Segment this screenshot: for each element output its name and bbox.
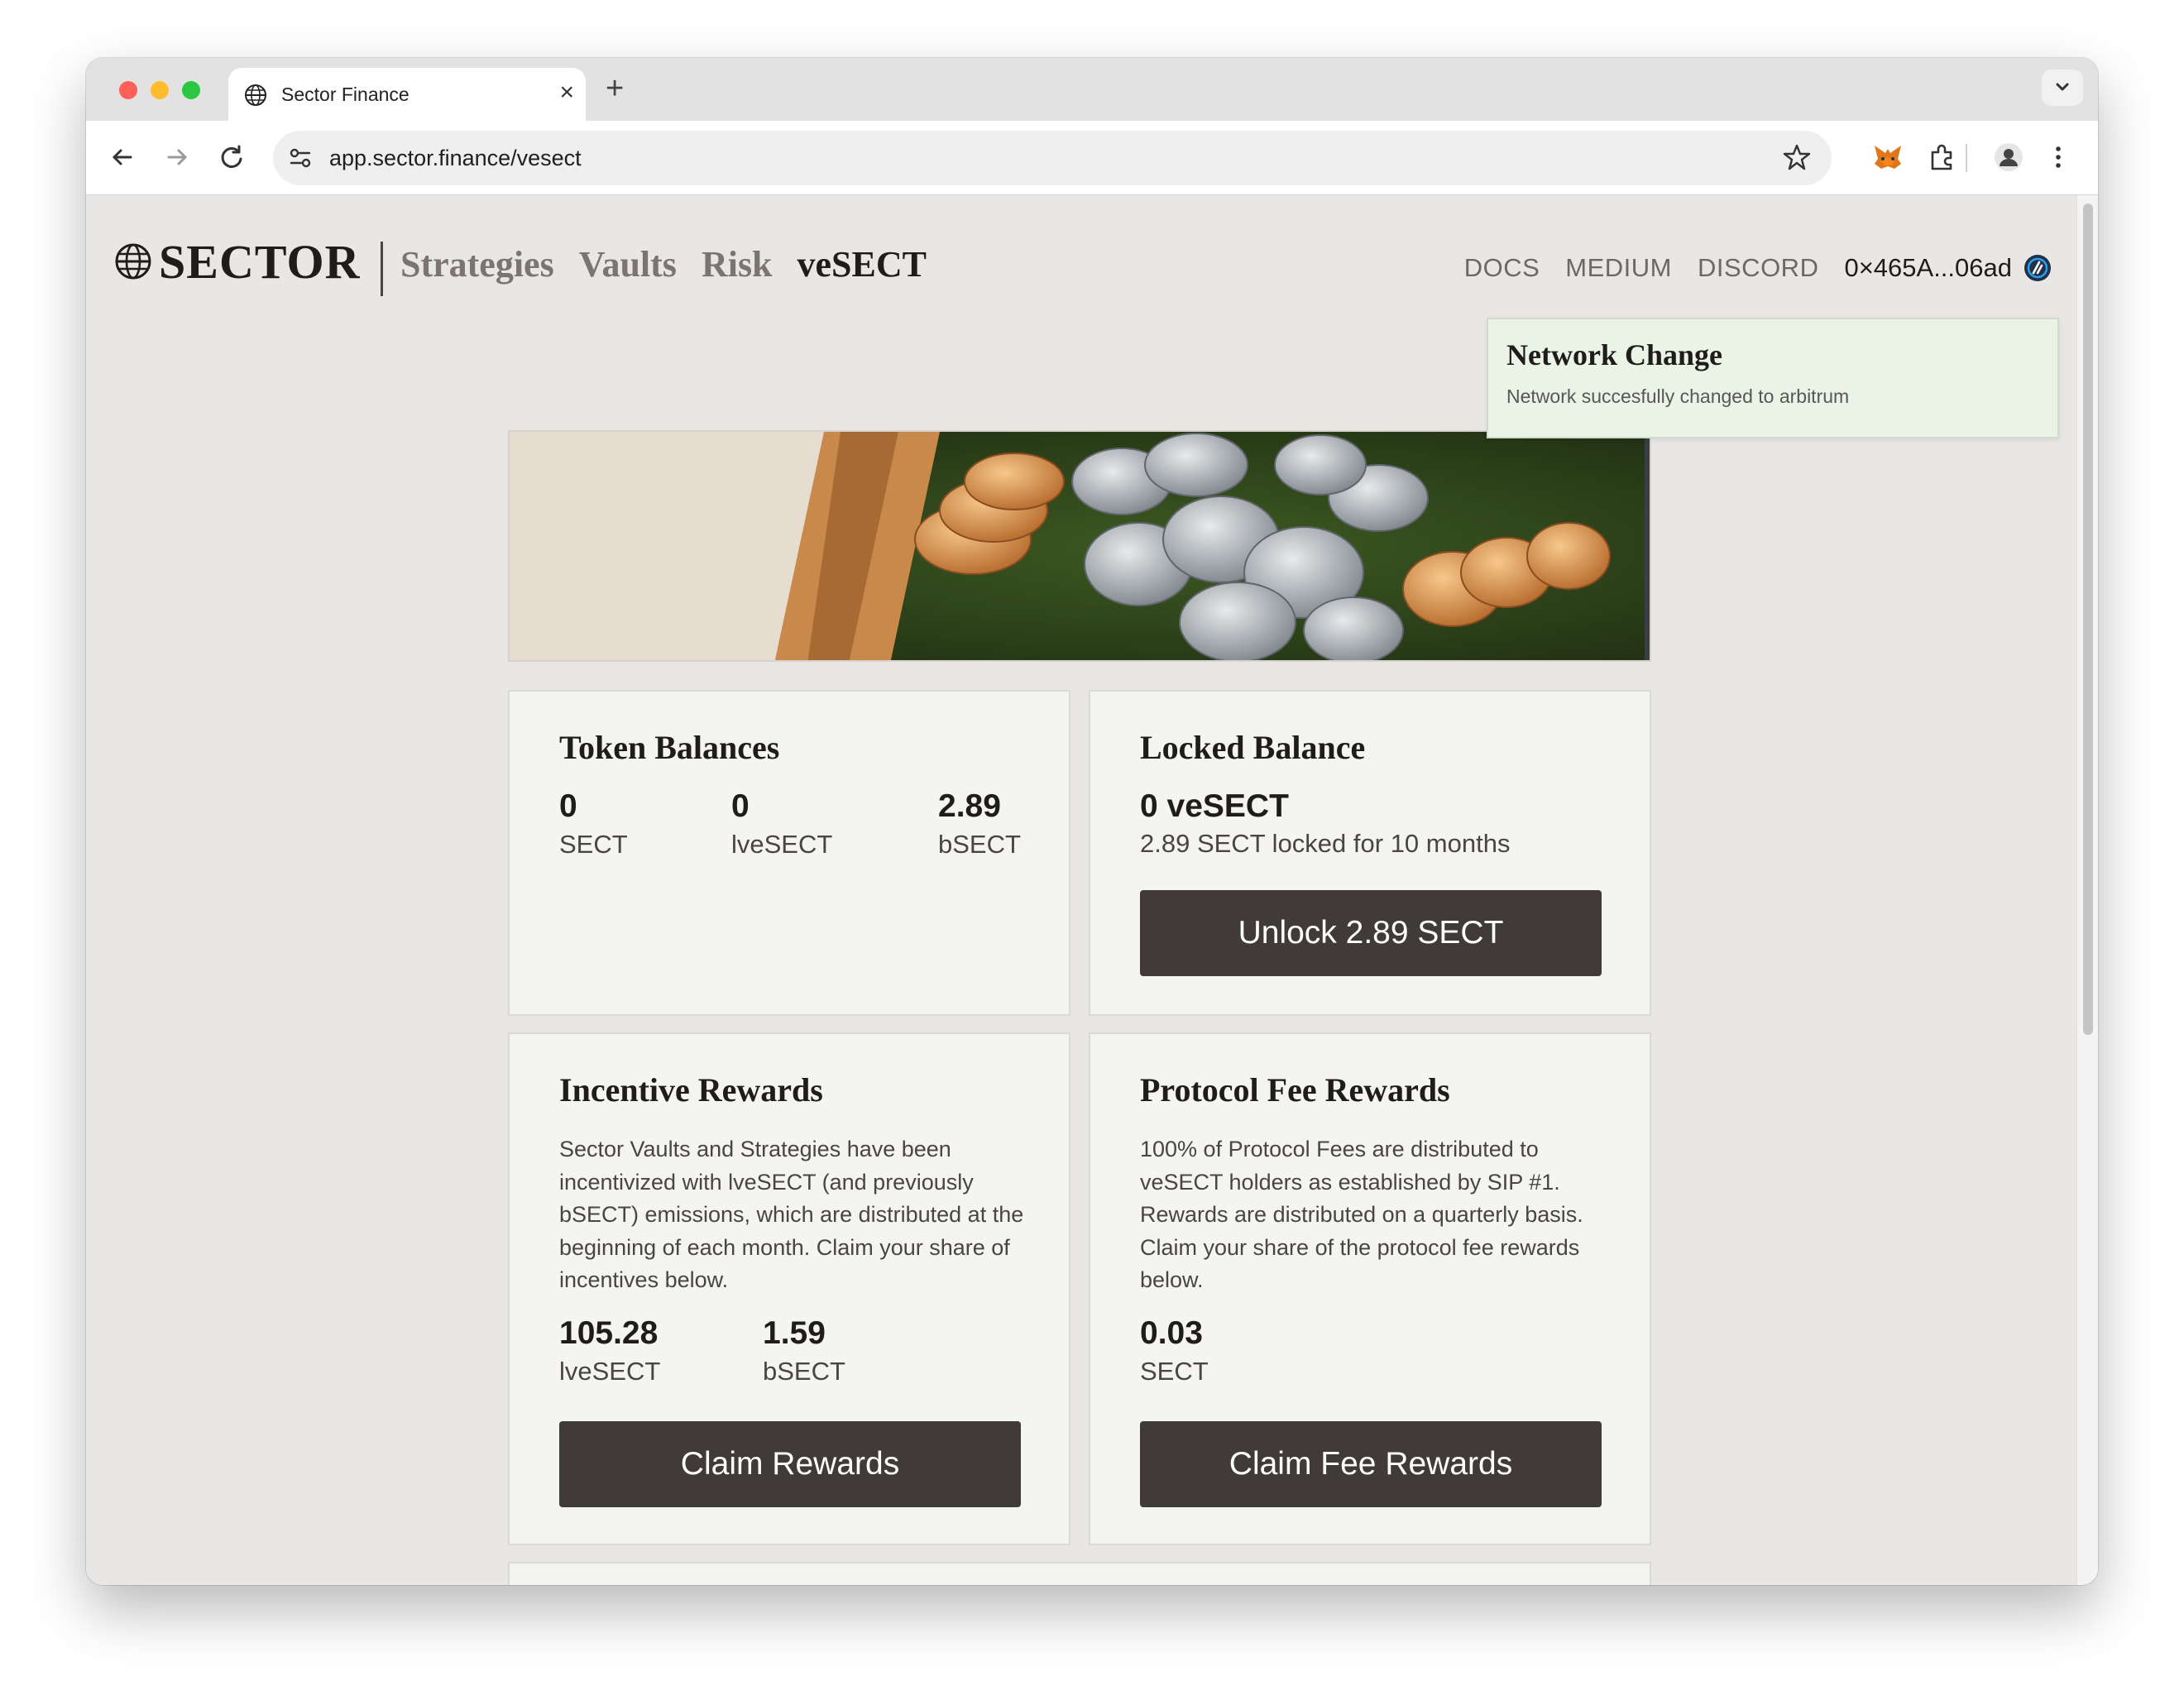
- browser-window: Sector Finance × + app.sector.finance/ve…: [86, 58, 2098, 1585]
- locked-balance-title: Locked Balance: [1140, 729, 1366, 766]
- site-info-icon[interactable]: [286, 144, 314, 172]
- maximize-window-button[interactable]: [182, 81, 200, 99]
- reload-icon[interactable]: [213, 139, 250, 175]
- incentive-rewards-description: Sector Vaults and Strategies have been i…: [559, 1137, 1024, 1292]
- logo-wordmark: SECTOR: [159, 234, 361, 289]
- claim-rewards-button[interactable]: Claim Rewards: [559, 1421, 1021, 1507]
- nav-strategies[interactable]: Strategies: [400, 243, 554, 285]
- balance-bsect: 2.89 bSECT: [938, 788, 1021, 860]
- reward-unit: lveSECT: [559, 1357, 661, 1386]
- toast-title: Network Change: [1506, 338, 1722, 371]
- sector-logo[interactable]: SECTOR: [114, 235, 360, 289]
- unlock-button[interactable]: Unlock 2.89 SECT: [1140, 890, 1602, 976]
- logo-divider: [381, 242, 383, 296]
- locked-amount: 0 veSECT: [1140, 788, 1289, 824]
- balance-value: 0: [559, 788, 577, 824]
- reward-value: 105.28: [559, 1315, 659, 1351]
- metamask-fox-icon[interactable]: [1870, 139, 1906, 175]
- locked-detail: 2.89 SECT locked for 10 months: [1140, 829, 1511, 858]
- reward-lvesect: 105.28 lveSECT: [559, 1315, 660, 1386]
- url-text: app.sector.finance/vesect: [329, 146, 582, 170]
- profile-icon[interactable]: [1990, 139, 2027, 175]
- toast-message: Network succesfully changed to arbitrum: [1506, 385, 1850, 407]
- incentive-rewards-title: Incentive Rewards: [559, 1071, 823, 1109]
- claim-fee-rewards-button[interactable]: Claim Fee Rewards: [1140, 1421, 1602, 1507]
- token-balances-card: Token Balances 0 SECT 0 lveSECT 2.89 bSE…: [508, 690, 1070, 1016]
- forward-arrow-icon[interactable]: [159, 139, 195, 175]
- reward-bsect: 1.59 bSECT: [763, 1315, 845, 1386]
- nav-vaults[interactable]: Vaults: [579, 243, 677, 285]
- balance-lvesect: 0 lveSECT: [731, 788, 832, 860]
- hero-banner-image: [508, 430, 1651, 662]
- reward-value: 0.03: [1140, 1315, 1203, 1351]
- tab-strip: Sector Finance × +: [86, 58, 2098, 121]
- chevron-down-icon: [2056, 83, 2069, 91]
- minimize-window-button[interactable]: [151, 81, 169, 99]
- wallet-button[interactable]: 0×465A...06ad: [1844, 253, 2052, 283]
- reward-unit: bSECT: [763, 1357, 845, 1386]
- main-nav: Strategies Vaults Risk veSECT: [400, 243, 927, 285]
- star-icon[interactable]: [1782, 142, 1812, 172]
- browser-toolbar: app.sector.finance/vesect: [86, 121, 2098, 195]
- balance-value: 0: [731, 788, 750, 824]
- globe-icon: [115, 243, 151, 280]
- reward-value: 1.59: [763, 1315, 826, 1351]
- close-window-button[interactable]: [119, 81, 137, 99]
- nav-vesect[interactable]: veSECT: [797, 243, 927, 285]
- browser-tab[interactable]: Sector Finance ×: [228, 68, 586, 121]
- discord-link[interactable]: DISCORD: [1698, 253, 1818, 283]
- protocol-fee-rewards-card: Protocol Fee Rewards 100% of Protocol Fe…: [1089, 1032, 1651, 1545]
- protocol-fee-rewards-description: 100% of Protocol Fees are distributed to…: [1140, 1137, 1583, 1292]
- extensions-icon[interactable]: [1924, 139, 1961, 175]
- wallet-address: 0×465A...06ad: [1844, 253, 2012, 282]
- balance-sect: 0 SECT: [559, 788, 628, 860]
- balance-value: 2.89: [938, 788, 1001, 824]
- nav-risk[interactable]: Risk: [702, 243, 773, 285]
- address-bar[interactable]: app.sector.finance/vesect: [273, 131, 1832, 185]
- medium-link[interactable]: MEDIUM: [1565, 253, 1672, 283]
- balance-unit: bSECT: [938, 830, 1021, 859]
- arbitrum-chain-icon: [2024, 255, 2051, 281]
- close-icon[interactable]: ×: [559, 80, 574, 105]
- globe-icon: [245, 84, 266, 106]
- header-links: DOCS MEDIUM DISCORD 0×465A...06ad: [1464, 253, 2052, 283]
- docs-link[interactable]: DOCS: [1464, 253, 1540, 283]
- reward-unit: SECT: [1140, 1357, 1209, 1386]
- toolbar-divider: [1966, 144, 1967, 172]
- page-content: SECTOR Strategies Vaults Risk veSECT DOC…: [86, 195, 2098, 1585]
- tab-title: Sector Finance: [281, 84, 410, 105]
- incentive-rewards-card: Incentive Rewards Sector Vaults and Stra…: [508, 1032, 1070, 1545]
- back-arrow-icon[interactable]: [104, 139, 141, 175]
- kebab-menu-icon[interactable]: [2040, 139, 2076, 175]
- token-balances-title: Token Balances: [559, 729, 780, 766]
- locked-balance-card: Locked Balance 0 veSECT 2.89 SECT locked…: [1089, 690, 1651, 1016]
- balance-unit: SECT: [559, 830, 628, 859]
- network-change-toast[interactable]: Network Change Network succesfully chang…: [1487, 318, 2059, 438]
- protocol-fee-rewards-title: Protocol Fee Rewards: [1140, 1071, 1450, 1109]
- fee-reward-sect: 0.03 SECT: [1140, 1315, 1209, 1386]
- plus-icon[interactable]: +: [606, 73, 624, 104]
- page-scrollbar[interactable]: [2076, 195, 2098, 1585]
- balance-unit: lveSECT: [731, 830, 833, 859]
- scrollbar-thumb[interactable]: [2083, 204, 2093, 1035]
- tab-search-button[interactable]: [2042, 69, 2083, 106]
- bottom-card-partial: [508, 1562, 1651, 1585]
